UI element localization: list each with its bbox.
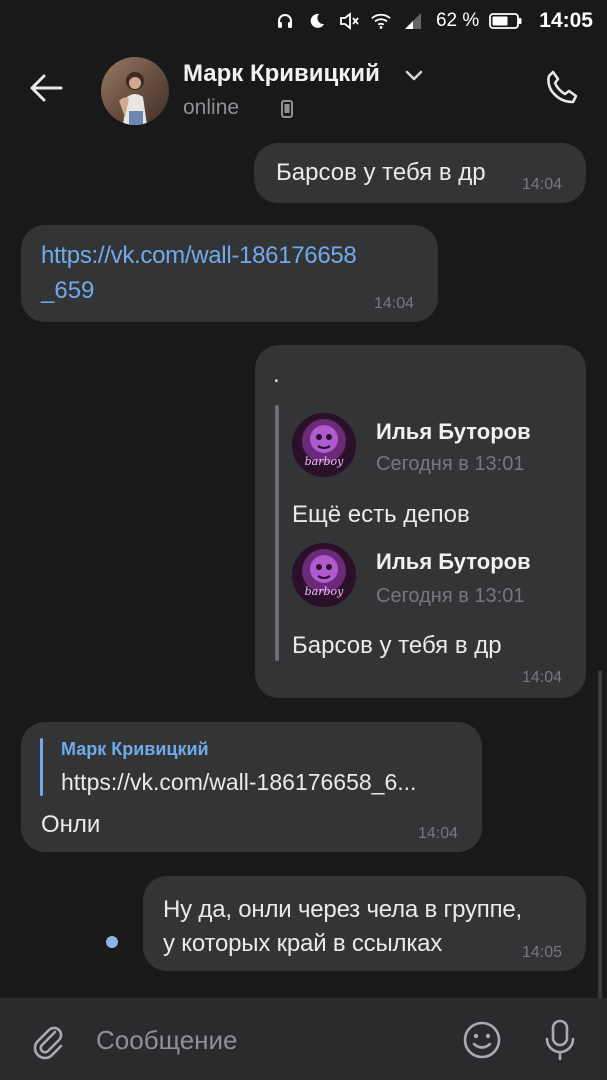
voice-message-button[interactable] bbox=[538, 1016, 582, 1064]
message-bubble-outgoing[interactable]: Ну да, онли через чела в группе, у котор… bbox=[143, 876, 586, 971]
signal-icon bbox=[402, 10, 424, 32]
message-text: . bbox=[273, 361, 280, 388]
battery-icon bbox=[489, 10, 523, 32]
reply-author[interactable]: Марк Кривицкий bbox=[61, 739, 209, 760]
emoji-icon bbox=[463, 1021, 501, 1059]
message-time: 14:05 bbox=[522, 944, 563, 961]
forwarded-text: Ещё есть депов bbox=[292, 501, 470, 528]
status-bar: 62 % 14:05 bbox=[0, 0, 607, 40]
presence-label: online bbox=[183, 96, 240, 119]
avatar[interactable] bbox=[101, 57, 169, 125]
paperclip-icon bbox=[33, 1026, 63, 1060]
avatar-caption: barboy bbox=[304, 585, 344, 598]
attach-button[interactable] bbox=[26, 1018, 70, 1062]
battery-percent: 62 % bbox=[435, 10, 480, 31]
message-text: Онли bbox=[41, 811, 101, 838]
forwarded-author-name[interactable]: Илья Буторов bbox=[376, 549, 531, 575]
forwarded-avatar[interactable]: barboy bbox=[292, 413, 356, 477]
contact-name[interactable]: Марк Кривицкий bbox=[183, 60, 380, 88]
call-button[interactable] bbox=[541, 66, 583, 108]
message-text: Ну да, онли через чела в группе, bbox=[163, 896, 522, 923]
call-icon bbox=[547, 70, 578, 104]
message-composer bbox=[0, 998, 607, 1080]
forwarded-text: Барсов у тебя в др bbox=[292, 632, 502, 659]
headset-icon bbox=[274, 10, 296, 32]
reply-preview[interactable]: https://vk.com/wall-186176658_6... bbox=[61, 769, 416, 796]
message-text: Барсов у тебя в др bbox=[276, 159, 486, 186]
message-time: 14:04 bbox=[522, 669, 563, 686]
back-arrow-icon bbox=[30, 74, 63, 102]
presence-status: online bbox=[183, 96, 293, 120]
chat-header: Марк Кривицкий online bbox=[0, 40, 607, 136]
emoji-button[interactable] bbox=[460, 1018, 504, 1062]
forwarded-avatar[interactable]: barboy bbox=[292, 543, 356, 607]
mute-icon bbox=[338, 10, 360, 32]
message-link[interactable]: https://vk.com/wall-186176658 bbox=[41, 242, 357, 270]
message-text-continued: у которых край в ссылках bbox=[163, 930, 443, 957]
forwarded-date: Сегодня в 13:01 bbox=[376, 453, 525, 475]
avatar-caption: barboy bbox=[304, 455, 344, 468]
message-bubble-outgoing-forwarded[interactable]: . barboy Илья Буторов Сегодня в 13:01 Ещ… bbox=[255, 345, 586, 698]
clock: 14:05 bbox=[539, 9, 593, 32]
message-bubble-outgoing[interactable]: Барсов у тебя в др 14:04 bbox=[254, 143, 586, 203]
message-time: 14:04 bbox=[522, 176, 563, 193]
wifi-icon bbox=[370, 10, 392, 32]
phone-device-icon bbox=[281, 100, 293, 118]
forwarded-date: Сегодня в 13:01 bbox=[376, 585, 525, 607]
chevron-down-icon[interactable] bbox=[405, 70, 423, 82]
forwarded-author-name[interactable]: Илья Буторов bbox=[376, 419, 531, 445]
forwarded-indicator-line bbox=[275, 405, 279, 661]
message-link-continued[interactable]: _659 bbox=[41, 277, 94, 305]
microphone-icon bbox=[545, 1019, 575, 1061]
scrollbar[interactable] bbox=[598, 670, 602, 1000]
message-time: 14:04 bbox=[418, 825, 459, 842]
message-input[interactable] bbox=[96, 1022, 436, 1058]
message-bubble-incoming-reply[interactable]: Марк Кривицкий https://vk.com/wall-18617… bbox=[21, 722, 482, 852]
unread-indicator bbox=[106, 936, 118, 948]
status-icons: 62 % 14:05 bbox=[274, 8, 593, 34]
message-time: 14:04 bbox=[374, 295, 415, 312]
message-bubble-incoming[interactable]: https://vk.com/wall-186176658 _659 14:04 bbox=[21, 225, 438, 322]
reply-indicator-line bbox=[40, 738, 43, 796]
back-button[interactable] bbox=[26, 68, 66, 108]
moon-icon bbox=[306, 10, 328, 32]
